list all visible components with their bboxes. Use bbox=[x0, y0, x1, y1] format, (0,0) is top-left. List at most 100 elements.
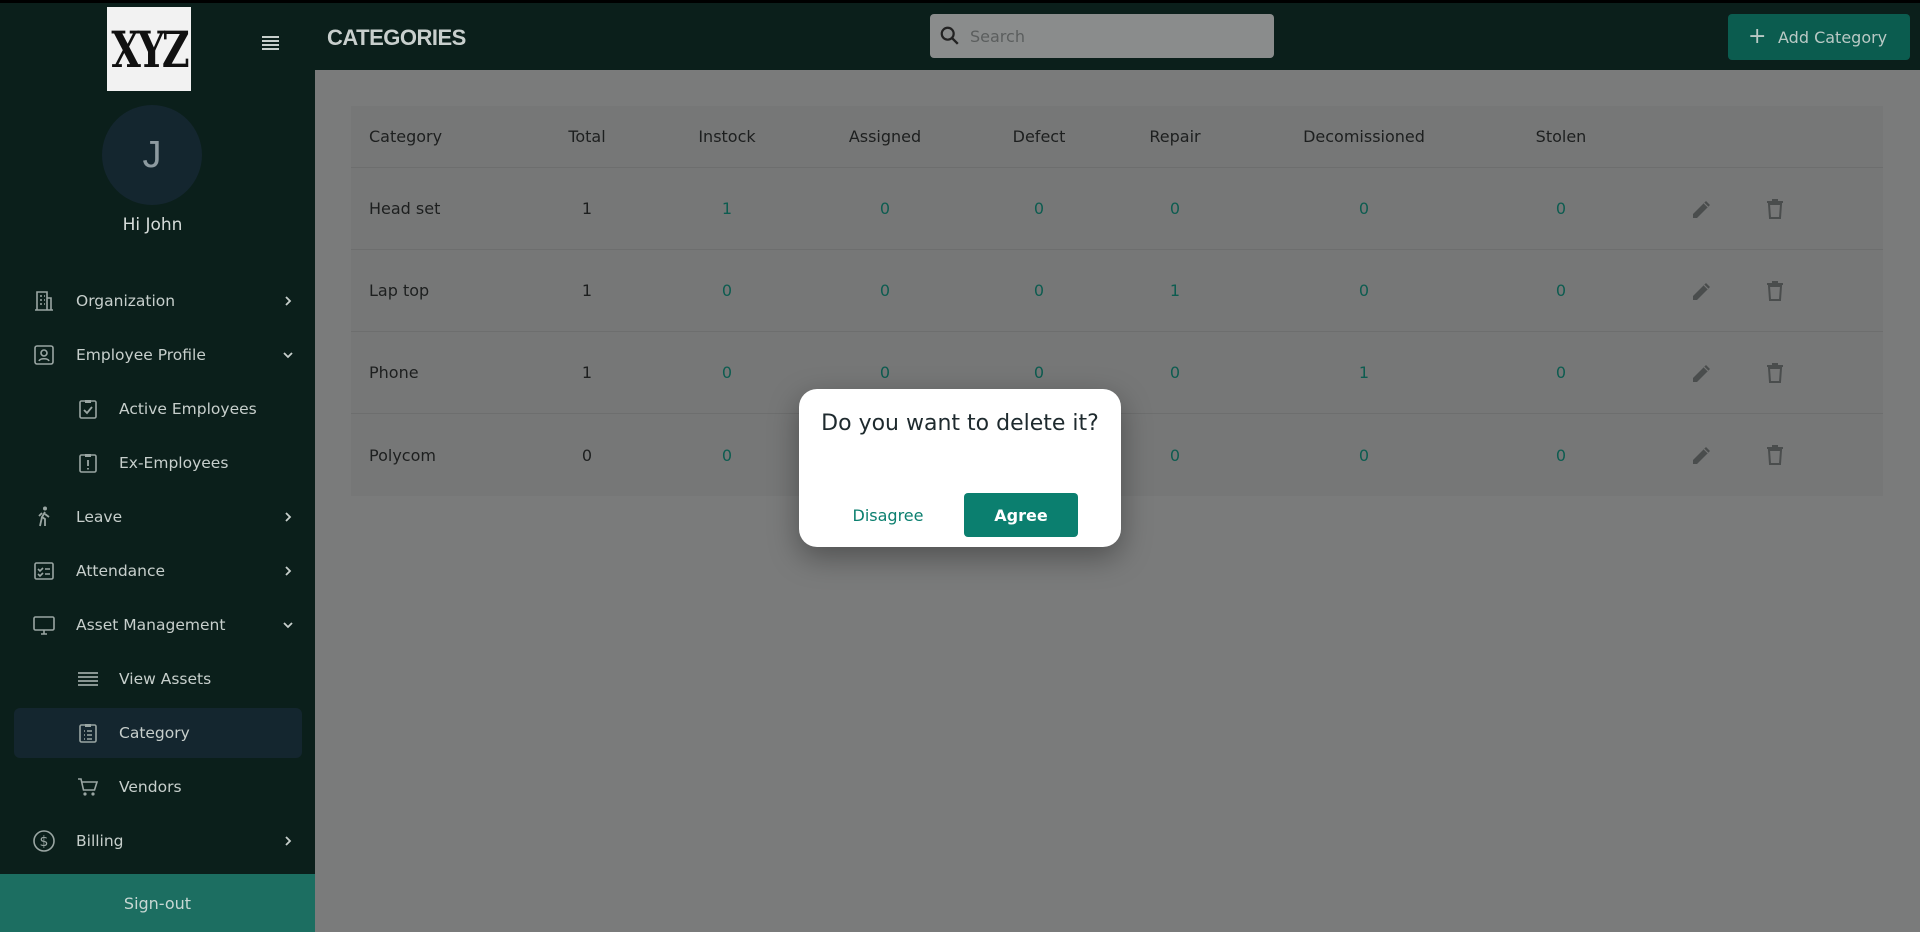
top-bar: CATEGORIES + Add Category bbox=[315, 0, 1920, 70]
sidebar-item-label: Employee Profile bbox=[76, 346, 206, 364]
sidebar-item-vendors[interactable]: Vendors bbox=[14, 762, 302, 812]
dialog-title: Do you want to delete it? bbox=[821, 411, 1099, 436]
column-header[interactable]: Instock bbox=[672, 106, 782, 167]
sidebar-item-label: Asset Management bbox=[76, 616, 226, 634]
sidebar-item-label: Attendance bbox=[76, 562, 166, 580]
assigned-value[interactable]: 0 bbox=[823, 250, 947, 331]
repair-value[interactable]: 0 bbox=[1115, 168, 1235, 249]
column-header[interactable]: Assigned bbox=[823, 106, 947, 167]
delete-confirm-dialog: Do you want to delete it? Disagree Agree bbox=[799, 389, 1121, 547]
decomissioned-value[interactable]: 0 bbox=[1269, 414, 1459, 496]
instock-value[interactable]: 0 bbox=[672, 332, 782, 413]
add-category-button[interactable]: + Add Category bbox=[1728, 14, 1910, 60]
total-value: 1 bbox=[581, 363, 593, 382]
signout-button[interactable]: Sign-out bbox=[0, 874, 315, 932]
app-root: XYZ J Hi John Organization Employee Prof… bbox=[0, 0, 1920, 932]
sidebar-item-leave[interactable]: Leave bbox=[14, 492, 302, 542]
clipboard-alert-icon bbox=[79, 454, 97, 473]
sidebar-item-label: Billing bbox=[76, 832, 124, 850]
chevron-right-icon bbox=[285, 296, 292, 306]
edit-icon[interactable] bbox=[1690, 443, 1714, 467]
search-icon bbox=[940, 26, 959, 45]
category-name: Head set bbox=[369, 199, 441, 218]
column-header[interactable]: Category bbox=[369, 106, 442, 167]
sidebar-item-ex-employees[interactable]: Ex-Employees bbox=[14, 438, 302, 488]
sidebar-item-label: Ex-Employees bbox=[119, 454, 229, 472]
checklist-icon bbox=[34, 562, 54, 580]
disagree-button[interactable]: Disagree bbox=[839, 493, 937, 537]
sidebar-item-billing[interactable]: $ Billing bbox=[14, 816, 302, 866]
sidebar-item-employee-profile[interactable]: Employee Profile bbox=[14, 330, 302, 380]
sidebar-item-active-employees[interactable]: Active Employees bbox=[14, 384, 302, 434]
column-header[interactable]: Decomissioned bbox=[1269, 106, 1459, 167]
defect-value[interactable]: 0 bbox=[979, 168, 1099, 249]
delete-icon[interactable] bbox=[1763, 279, 1787, 303]
sidebar-item-asset-management[interactable]: Asset Management bbox=[14, 600, 302, 650]
stolen-value[interactable]: 0 bbox=[1491, 414, 1631, 496]
sidebar-item-attendance[interactable]: Attendance bbox=[14, 546, 302, 596]
list-icon bbox=[78, 672, 98, 686]
dollar-circle-icon: $ bbox=[33, 830, 55, 852]
sidebar-item-label: Organization bbox=[76, 292, 176, 310]
plus-icon: + bbox=[1748, 24, 1767, 49]
chevron-down-icon bbox=[283, 352, 293, 359]
menu-toggle-icon[interactable] bbox=[262, 36, 279, 50]
svg-text:$: $ bbox=[40, 834, 49, 850]
edit-icon[interactable] bbox=[1690, 197, 1714, 221]
instock-value[interactable]: 1 bbox=[672, 168, 782, 249]
decomissioned-value[interactable]: 0 bbox=[1269, 250, 1459, 331]
agree-button[interactable]: Agree bbox=[964, 493, 1078, 537]
cart-icon bbox=[78, 778, 99, 796]
sidebar: XYZ J Hi John Organization Employee Prof… bbox=[0, 0, 315, 932]
total-value: 1 bbox=[581, 281, 593, 300]
edit-icon[interactable] bbox=[1690, 361, 1714, 385]
edit-icon[interactable] bbox=[1690, 279, 1714, 303]
sidebar-item-view-assets[interactable]: View Assets bbox=[14, 654, 302, 704]
total-value: 0 bbox=[581, 445, 593, 465]
search-box[interactable] bbox=[930, 14, 1274, 58]
chevron-right-icon bbox=[285, 512, 292, 522]
search-input[interactable] bbox=[970, 14, 1260, 58]
column-header[interactable]: Defect bbox=[979, 106, 1099, 167]
instock-value[interactable]: 0 bbox=[672, 414, 782, 496]
sidebar-item-label: Leave bbox=[76, 508, 123, 526]
category-name: Phone bbox=[369, 363, 419, 382]
avatar[interactable]: J bbox=[102, 105, 202, 205]
decomissioned-value[interactable]: 1 bbox=[1269, 332, 1459, 413]
column-header[interactable]: Total bbox=[547, 106, 627, 167]
column-header[interactable]: Repair bbox=[1115, 106, 1235, 167]
delete-icon[interactable] bbox=[1763, 361, 1787, 385]
category-name: Lap top bbox=[369, 281, 430, 300]
logo-text: XYZ bbox=[111, 19, 189, 79]
id-card-icon bbox=[34, 345, 54, 365]
chevron-right-icon bbox=[285, 836, 292, 846]
repair-value[interactable]: 1 bbox=[1115, 250, 1235, 331]
add-category-label: Add Category bbox=[1778, 27, 1888, 47]
delete-icon[interactable] bbox=[1763, 443, 1787, 467]
column-header[interactable]: Stolen bbox=[1491, 106, 1631, 167]
building-icon bbox=[35, 291, 53, 311]
page-title: CATEGORIES bbox=[327, 25, 466, 50]
clipboard-check-icon bbox=[79, 400, 97, 419]
sidebar-item-label: Active Employees bbox=[119, 400, 257, 418]
defect-value[interactable]: 0 bbox=[979, 250, 1099, 331]
table-row: Head set 1 1 0 0 0 0 0 bbox=[351, 168, 1883, 250]
repair-value[interactable]: 0 bbox=[1115, 414, 1235, 496]
instock-value[interactable]: 0 bbox=[672, 250, 782, 331]
user-greeting: Hi John bbox=[122, 215, 183, 235]
assigned-value[interactable]: 0 bbox=[823, 168, 947, 249]
chevron-right-icon bbox=[285, 566, 292, 576]
repair-value[interactable]: 0 bbox=[1115, 332, 1235, 413]
stolen-value[interactable]: 0 bbox=[1491, 332, 1631, 413]
sidebar-item-label: View Assets bbox=[119, 670, 212, 688]
stolen-value[interactable]: 0 bbox=[1491, 250, 1631, 331]
table-header-row: Category Total Instock Assigned Defect R… bbox=[351, 106, 1883, 168]
delete-icon[interactable] bbox=[1763, 197, 1787, 221]
sidebar-item-label: Vendors bbox=[119, 778, 182, 796]
sidebar-item-category[interactable]: Category bbox=[14, 708, 302, 758]
clipboard-list-icon bbox=[79, 724, 97, 743]
decomissioned-value[interactable]: 0 bbox=[1269, 168, 1459, 249]
logo[interactable]: XYZ bbox=[107, 7, 191, 91]
stolen-value[interactable]: 0 bbox=[1491, 168, 1631, 249]
sidebar-item-organization[interactable]: Organization bbox=[14, 276, 302, 326]
